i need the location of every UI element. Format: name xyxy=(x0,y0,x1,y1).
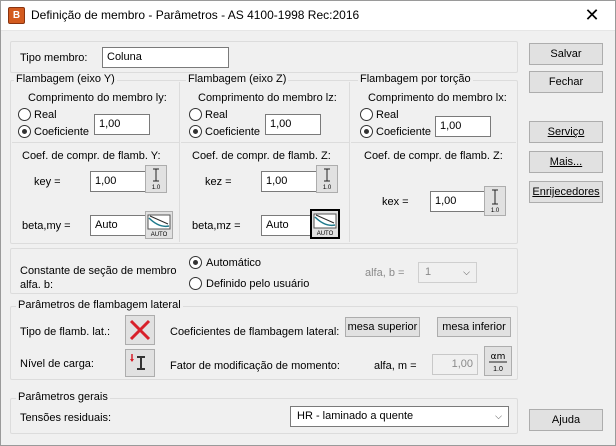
real-y-radio[interactable] xyxy=(18,108,31,121)
auto-icon-text: AUTO xyxy=(317,231,334,237)
mais-label: Mais... xyxy=(549,156,583,168)
constante-label-line2: alfa. b: xyxy=(20,279,54,291)
coef-y-field[interactable]: 1,00 xyxy=(94,114,150,135)
length-z-icon-button[interactable]: 1.0 xyxy=(316,165,338,193)
tipo-membro-field[interactable]: Coluna xyxy=(102,47,229,68)
servico-button[interactable]: Serviço xyxy=(529,121,603,143)
mesa-inferior-button[interactable]: mesa inferior xyxy=(437,317,511,337)
gerais-title: Parâmetros gerais xyxy=(16,391,110,403)
comp-flamb-y-label: Coef. de compr. de flamb. Y: xyxy=(22,150,161,162)
beta-mz-auto-button[interactable]: AUTO xyxy=(310,209,340,239)
coeficiente-z-label[interactable]: Coeficiente xyxy=(205,126,260,138)
alpha-m-icon: αm 1.0 xyxy=(489,352,507,373)
tensoes-residuais-value: HR - laminado a quente xyxy=(297,410,414,422)
comp-flamb-x-label: Coef. de compr. de flamb. Z: xyxy=(364,150,503,162)
alfa-b-select[interactable]: 1 ⌵ xyxy=(418,262,477,283)
comp-flamb-z-label: Coef. de compr. de flamb. Z: xyxy=(192,150,331,162)
length-coef-icon-text: 1.0 xyxy=(323,185,332,191)
coeficiente-y-label[interactable]: Coeficiente xyxy=(34,126,89,138)
kex-label: kex = xyxy=(382,196,409,208)
tipo-flamb-lat-button[interactable] xyxy=(125,315,155,345)
enrijecedores-label: Enrijecedores xyxy=(532,186,600,198)
automatico-radio[interactable] xyxy=(189,256,202,269)
definido-usuario-label[interactable]: Definido pelo usuário xyxy=(206,278,309,290)
nivel-carga-label: Nível de carga: xyxy=(20,358,94,370)
length-coef-icon: 1.0 xyxy=(491,189,500,214)
auto-icon: AUTO xyxy=(313,213,337,237)
alfa-m-field[interactable]: 1,00 xyxy=(432,354,478,375)
divider-y xyxy=(12,142,180,143)
key-label: key = xyxy=(34,176,61,188)
salvar-button[interactable]: Salvar xyxy=(529,43,603,65)
divider-z xyxy=(181,142,350,143)
chevron-down-icon: ⌵ xyxy=(495,411,502,421)
chevron-down-icon: ⌵ xyxy=(463,267,470,277)
red-x-icon xyxy=(129,319,151,341)
length-x-icon-button[interactable]: 1.0 xyxy=(484,186,506,216)
length-coef-icon: 1.0 xyxy=(323,168,332,191)
auto-icon: AUTO xyxy=(147,214,171,238)
alpha-m-icon-top: αm xyxy=(491,352,506,362)
kez-label: kez = xyxy=(205,176,232,188)
fechar-button[interactable]: Fechar xyxy=(529,71,603,93)
close-icon[interactable]: ✕ xyxy=(580,5,604,25)
section-y-title: Flambagem (eixo Y) xyxy=(14,73,117,85)
beta-my-label: beta,my = xyxy=(22,220,71,232)
lateral-title: Parâmetros de flambagem lateral xyxy=(16,299,183,311)
kez-field[interactable]: 1,00 xyxy=(261,171,317,192)
real-z-radio[interactable] xyxy=(189,108,202,121)
nivel-carga-button[interactable] xyxy=(125,349,155,377)
window-title: Definição de membro - Parâmetros - AS 41… xyxy=(31,8,360,22)
beta-mz-label: beta,mz = xyxy=(192,220,241,232)
coeficiente-y-radio[interactable] xyxy=(18,125,31,138)
comprimento-y-label: Comprimento do membro ly: xyxy=(28,92,167,104)
section-z-title: Flambagem (eixo Z) xyxy=(186,73,289,85)
servico-label: Serviço xyxy=(547,126,585,138)
key-field[interactable]: 1,00 xyxy=(90,171,146,192)
alfa-m-button[interactable]: αm 1.0 xyxy=(484,346,512,376)
tensoes-residuais-select[interactable]: HR - laminado a quente ⌵ xyxy=(290,406,509,427)
coeficiente-x-label[interactable]: Coeficiente xyxy=(376,126,431,138)
alfa-b-label: alfa, b = xyxy=(365,267,405,279)
tipo-flamb-lat-label: Tipo de flamb. lat.: xyxy=(20,326,111,338)
tipo-membro-label: Tipo membro: xyxy=(20,52,88,64)
kex-field[interactable]: 1,00 xyxy=(430,191,486,212)
mais-button[interactable]: Mais... xyxy=(529,151,603,173)
length-coef-icon-text: 1.0 xyxy=(491,208,500,214)
alfa-b-value: 1 xyxy=(425,266,432,278)
app-icon: B xyxy=(8,7,25,24)
beta-my-auto-button[interactable]: AUTO xyxy=(145,211,173,239)
real-y-label[interactable]: Real xyxy=(34,109,57,121)
mesa-superior-button[interactable]: mesa superior xyxy=(345,317,420,337)
real-x-label[interactable]: Real xyxy=(376,109,399,121)
comprimento-z-label: Comprimento do membro lz: xyxy=(198,92,337,104)
alfa-m-label: alfa, m = xyxy=(374,360,417,372)
automatico-label[interactable]: Automático xyxy=(206,257,261,269)
alpha-m-icon-bottom: 1.0 xyxy=(493,366,503,373)
fator-modificacao-label: Fator de modificação de momento: xyxy=(170,360,340,372)
section-x-title: Flambagem por torção xyxy=(358,73,473,85)
constante-label-line1: Constante de seção de membro xyxy=(20,265,177,277)
beam-load-icon xyxy=(130,354,145,370)
real-z-label[interactable]: Real xyxy=(205,109,228,121)
length-y-icon-button[interactable]: 1.0 xyxy=(145,165,167,193)
auto-icon-text: AUTO xyxy=(151,232,168,238)
length-coef-icon-text: 1.0 xyxy=(152,185,161,191)
coeficiente-z-radio[interactable] xyxy=(189,125,202,138)
tensoes-residuais-label: Tensões residuais: xyxy=(20,412,112,424)
coef-z-field[interactable]: 1,00 xyxy=(265,114,321,135)
coeficiente-x-radio[interactable] xyxy=(360,125,373,138)
beta-mz-field[interactable]: Auto xyxy=(261,215,317,236)
ajuda-button[interactable]: Ajuda xyxy=(529,409,603,431)
divider-x xyxy=(351,142,516,143)
definido-usuario-radio[interactable] xyxy=(189,277,202,290)
coef-flamb-lateral-label: Coeficientes de flambagem lateral: xyxy=(170,326,340,338)
real-x-radio[interactable] xyxy=(360,108,373,121)
enrijecedores-button[interactable]: Enrijecedores xyxy=(529,181,603,203)
coef-x-field[interactable]: 1,00 xyxy=(435,116,491,137)
beta-my-field[interactable]: Auto xyxy=(90,215,146,236)
comprimento-x-label: Comprimento do membro lx: xyxy=(368,92,507,104)
length-coef-icon: 1.0 xyxy=(152,168,161,191)
